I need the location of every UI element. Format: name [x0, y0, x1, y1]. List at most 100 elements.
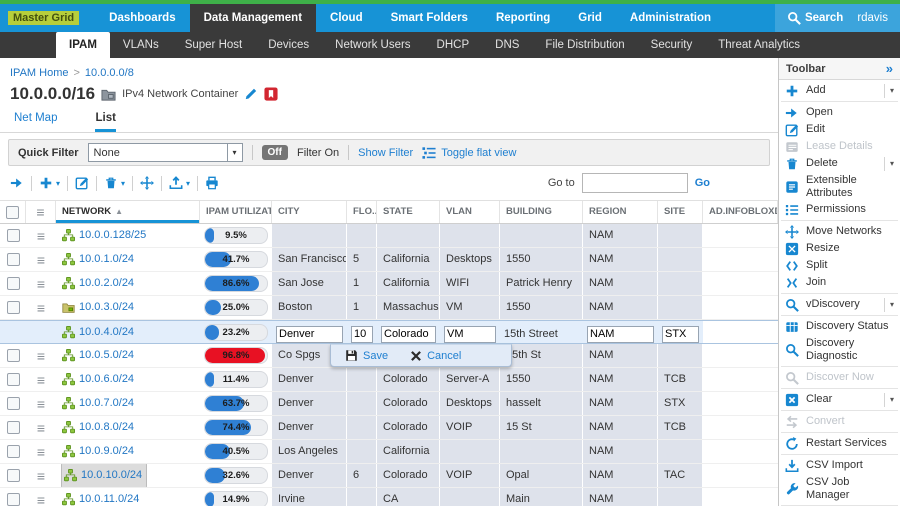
dropdown-caret-icon[interactable]: ▾ — [56, 179, 60, 188]
subnav-item-super-host[interactable]: Super Host — [172, 32, 256, 58]
nav-item-dashboards[interactable]: Dashboards — [95, 4, 189, 32]
row-checkbox[interactable] — [7, 397, 20, 410]
toolbar-item-open[interactable]: Open — [784, 104, 895, 121]
bookmark-icon[interactable] — [264, 87, 278, 101]
add-button[interactable]: ▾ — [39, 176, 60, 190]
city-input[interactable] — [276, 326, 343, 343]
nav-item-grid[interactable]: Grid — [564, 4, 616, 32]
table-menu-icon[interactable]: ≡ — [36, 205, 44, 219]
network-link[interactable]: 10.0.2.0/24 — [79, 272, 134, 295]
column-header-vlan[interactable]: VLAN — [440, 201, 500, 223]
toolbar-item-move-networks[interactable]: Move Networks — [784, 223, 895, 240]
floor-input[interactable] — [351, 326, 373, 343]
move-button[interactable] — [140, 176, 154, 190]
nav-item-administration[interactable]: Administration — [616, 4, 725, 32]
row-checkbox[interactable] — [7, 349, 20, 362]
nav-item-smart-folders[interactable]: Smart Folders — [377, 4, 482, 32]
subnav-item-ipam[interactable]: IPAM — [56, 32, 110, 58]
toolbar-item-resize[interactable]: Resize — [784, 240, 895, 257]
quick-filter-select[interactable]: None ▾ — [88, 143, 243, 162]
network-link[interactable]: 10.0.3.0/24 — [79, 296, 134, 319]
network-link[interactable]: 10.0.0.128/25 — [79, 224, 146, 247]
toolbar-item-restart-services[interactable]: Restart Services — [784, 435, 895, 452]
network-link[interactable]: 10.0.5.0/24 — [79, 344, 134, 367]
subnav-item-file-distribution[interactable]: File Distribution — [532, 32, 637, 58]
column-header-flo[interactable]: FLO... — [347, 201, 377, 223]
dropdown-caret-icon[interactable]: ▾ — [884, 298, 894, 312]
network-link[interactable]: 10.0.7.0/24 — [79, 392, 134, 415]
collapse-panel-icon[interactable]: » — [886, 61, 893, 76]
user-menu[interactable]: rdavis — [857, 12, 888, 24]
network-link[interactable]: 10.0.1.0/24 — [79, 248, 134, 271]
row-checkbox[interactable] — [7, 373, 20, 386]
toolbar-item-discovery-status[interactable]: Discovery Status — [784, 318, 895, 335]
region-input[interactable] — [587, 326, 654, 343]
subnav-item-devices[interactable]: Devices — [255, 32, 322, 58]
toolbar-item-csv-import[interactable]: CSV Import — [784, 457, 895, 474]
toolbar-item-clear[interactable]: Clear▾ — [784, 391, 895, 408]
row-menu-icon[interactable]: ≡ — [37, 493, 45, 506]
goto-input[interactable] — [582, 173, 688, 193]
subnav-item-vlans[interactable]: VLANs — [110, 32, 172, 58]
open-button[interactable] — [10, 176, 24, 190]
column-header-state[interactable]: STATE — [377, 201, 440, 223]
vlan-input[interactable] — [444, 326, 496, 343]
filter-off-toggle[interactable]: Off — [262, 145, 288, 160]
toolbar-item-edit[interactable]: Edit — [784, 121, 895, 138]
dropdown-caret-icon[interactable]: ▾ — [186, 179, 190, 188]
subnav-item-network-users[interactable]: Network Users — [322, 32, 423, 58]
network-link[interactable]: 10.0.11.0/24 — [79, 488, 139, 506]
search-button[interactable]: Search — [787, 11, 843, 25]
column-header-site[interactable]: SITE — [658, 201, 703, 223]
row-menu-icon[interactable]: ≡ — [37, 229, 45, 243]
toolbar-item-join[interactable]: Join — [784, 274, 895, 291]
row-checkbox[interactable] — [7, 493, 20, 506]
nav-item-reporting[interactable]: Reporting — [482, 4, 564, 32]
dropdown-caret-icon[interactable]: ▾ — [121, 179, 125, 188]
column-header-region[interactable]: REGION — [583, 201, 658, 223]
column-header-building[interactable]: BUILDING — [500, 201, 583, 223]
row-menu-icon[interactable]: ≡ — [37, 397, 45, 411]
row-menu-icon[interactable]: ≡ — [37, 277, 45, 291]
dropdown-caret-icon[interactable]: ▾ — [884, 157, 894, 171]
nav-item-data-management[interactable]: Data Management — [190, 4, 316, 32]
row-menu-icon[interactable]: ≡ — [37, 373, 45, 387]
toolbar-item-extensible-attributes[interactable]: Extensible Attributes — [784, 172, 895, 201]
row-menu-icon[interactable]: ≡ — [37, 469, 45, 483]
toolbar-item-delete[interactable]: Delete▾ — [784, 155, 895, 172]
row-checkbox[interactable] — [7, 253, 20, 266]
network-link[interactable]: 10.0.4.0/24 — [79, 321, 134, 343]
row-checkbox[interactable] — [7, 469, 20, 482]
toolbar-item-vdiscovery[interactable]: vDiscovery▾ — [784, 296, 895, 313]
column-header-ipam-utilization[interactable]: IPAM UTILIZATION — [200, 201, 272, 223]
column-header-network[interactable]: NETWORK▲ — [56, 201, 200, 223]
row-checkbox[interactable] — [7, 277, 20, 290]
network-link[interactable]: 10.0.8.0/24 — [79, 416, 134, 439]
toolbar-item-permissions[interactable]: Permissions — [784, 201, 895, 218]
row-checkbox[interactable] — [7, 421, 20, 434]
go-button[interactable]: Go — [695, 177, 710, 189]
column-header-city[interactable]: CITY — [272, 201, 347, 223]
edit-button[interactable] — [75, 176, 89, 190]
network-link[interactable]: 10.0.6.0/24 — [79, 368, 134, 391]
row-menu-icon[interactable]: ≡ — [37, 253, 45, 267]
state-input[interactable] — [381, 326, 436, 343]
subnav-item-dns[interactable]: DNS — [482, 32, 532, 58]
row-menu-icon[interactable]: ≡ — [37, 421, 45, 435]
print-button[interactable] — [205, 176, 219, 190]
dropdown-caret-icon[interactable]: ▾ — [884, 84, 894, 98]
toolbar-item-discovery-diagnostic[interactable]: Discovery Diagnostic — [784, 335, 895, 364]
row-menu-icon[interactable]: ≡ — [37, 301, 45, 315]
row-menu-icon[interactable]: ≡ — [37, 445, 45, 459]
network-link[interactable]: 10.0.9.0/24 — [79, 440, 134, 463]
breadcrumb-home-link[interactable]: IPAM Home — [10, 67, 68, 79]
toolbar-item-split[interactable]: Split — [784, 257, 895, 274]
column-header-ad-infobloxde[interactable]: AD.INFOBLOXDE — [703, 201, 778, 223]
toolbar-item-csv-job-manager[interactable]: CSV Job Manager — [784, 474, 895, 503]
nav-item-cloud[interactable]: Cloud — [316, 4, 377, 32]
save-button[interactable]: Save — [345, 349, 388, 362]
dropdown-caret-icon[interactable]: ▾ — [884, 393, 894, 407]
toolbar-item-add[interactable]: Add▾ — [784, 82, 895, 99]
row-checkbox[interactable] — [7, 301, 20, 314]
tab-net-map[interactable]: Net Map — [14, 112, 57, 132]
